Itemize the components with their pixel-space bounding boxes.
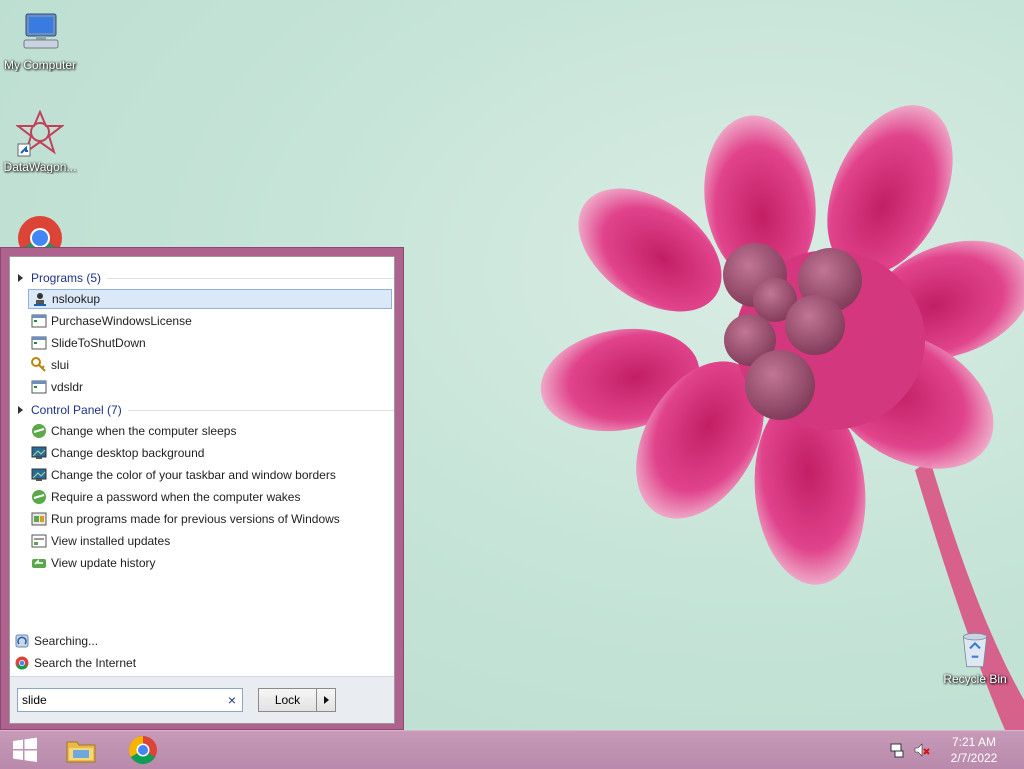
search-results: Programs (5) nslookup PurchaseWindowsLic… — [10, 257, 394, 677]
result-item-desktop-background[interactable]: Change desktop background — [28, 443, 392, 463]
search-input[interactable] — [18, 692, 214, 708]
expand-arrow-icon — [18, 274, 23, 282]
desktop-icon-label: DataWagon... — [3, 160, 77, 174]
search-bar: × Lock — [10, 676, 394, 723]
programs-icon — [31, 534, 47, 548]
chrome-icon — [15, 656, 29, 670]
search-internet-label: Search the Internet — [34, 656, 137, 670]
lock-button-main[interactable]: Lock — [259, 689, 317, 711]
desktop-icon-my-computer[interactable]: My Computer — [0, 8, 80, 72]
result-item-label: PurchaseWindowsLicense — [51, 314, 192, 328]
group-header-label: Control Panel (7) — [31, 403, 122, 417]
network-icon[interactable] — [890, 742, 906, 758]
application-icon — [31, 380, 47, 394]
start-menu: Programs (5) nslookup PurchaseWindowsLic… — [0, 247, 404, 730]
search-internet-link[interactable]: Search the Internet — [15, 653, 136, 673]
taskbar-chrome[interactable] — [118, 733, 168, 767]
divider — [107, 277, 394, 279]
result-item-label: Change when the computer sleeps — [51, 424, 237, 438]
result-item-purchasewindowslicense[interactable]: PurchaseWindowsLicense — [28, 311, 392, 331]
display-icon — [31, 468, 47, 481]
compatibility-icon — [31, 512, 47, 526]
desktop-icon-label: My Computer — [3, 58, 77, 72]
result-item-slui[interactable]: slui — [28, 355, 392, 375]
file-explorer-icon — [66, 741, 96, 763]
result-item-label: Change desktop background — [51, 446, 205, 460]
search-progress-icon — [15, 634, 29, 648]
search-box: × — [17, 688, 243, 712]
searching-label: Searching... — [34, 634, 99, 648]
group-header-programs[interactable]: Programs (5) — [18, 269, 394, 287]
flower — [540, 105, 1024, 585]
application-icon — [31, 314, 47, 328]
key-icon — [31, 357, 46, 372]
lock-label: Lock — [274, 693, 301, 707]
network-program-icon — [34, 293, 46, 306]
result-item-label: View update history — [51, 556, 156, 570]
group-header-label: Programs (5) — [31, 271, 102, 285]
result-item-label: Change the color of your taskbar and win… — [51, 468, 336, 482]
system-tray: 7:21 AM 2/7/2022 — [884, 731, 1024, 769]
result-item-label: vdsldr — [51, 380, 84, 394]
result-item-taskbar-color[interactable]: Change the color of your taskbar and win… — [28, 465, 392, 485]
start-button[interactable] — [0, 733, 50, 767]
display-icon — [31, 446, 47, 459]
result-item-label: View installed updates — [51, 534, 171, 548]
chevron-right-icon — [323, 696, 329, 704]
windows-update-icon — [32, 559, 46, 568]
application-icon — [31, 336, 47, 350]
clear-search-icon[interactable]: × — [228, 692, 236, 708]
result-item-change-sleep[interactable]: Change when the computer sleeps — [28, 421, 392, 441]
clock[interactable]: 7:21 AM 2/7/2022 — [944, 734, 1004, 766]
group-header-control-panel[interactable]: Control Panel (7) — [18, 401, 394, 419]
expand-arrow-icon — [18, 406, 23, 414]
result-item-installed-updates[interactable]: View installed updates — [28, 531, 392, 551]
recycle-bin-icon — [962, 632, 988, 668]
computer-icon — [23, 13, 59, 49]
result-item-label: slui — [51, 358, 70, 372]
start-menu-panel: Programs (5) nslookup PurchaseWindowsLic… — [9, 256, 395, 724]
chrome-icon — [129, 736, 157, 764]
taskbar-file-explorer[interactable] — [56, 733, 106, 767]
result-item-label: nslookup — [52, 292, 101, 306]
divider — [127, 409, 394, 411]
result-item-require-password[interactable]: Require a password when the computer wak… — [28, 487, 392, 507]
power-options-icon — [32, 424, 46, 438]
searching-status: Searching... — [15, 631, 98, 651]
result-item-update-history[interactable]: View update history — [28, 553, 392, 573]
result-item-label: Run programs made for previous versions … — [51, 512, 340, 526]
result-item-label: Require a password when the computer wak… — [51, 490, 301, 504]
volume-muted-icon[interactable] — [914, 742, 930, 758]
power-options-icon — [32, 490, 46, 504]
result-item-compatibility[interactable]: Run programs made for previous versions … — [28, 509, 392, 529]
desktop-icon-label: Recycle Bin — [943, 672, 1007, 686]
lock-button: Lock — [258, 688, 336, 712]
taskbar: 7:21 AM 2/7/2022 — [0, 730, 1024, 769]
result-item-nslookup[interactable]: nslookup — [28, 289, 392, 309]
desktop-icon-recycle-bin[interactable]: Recycle Bin — [935, 630, 1015, 686]
result-item-slidetoshutdown[interactable]: SlideToShutDown — [28, 333, 392, 353]
result-item-vdsldr[interactable]: vdsldr — [28, 377, 392, 397]
start-windows-icon — [13, 737, 37, 762]
desktop-icon-datawagon[interactable]: DataWagon... — [0, 110, 80, 174]
clock-time: 7:21 AM — [951, 735, 997, 749]
datawagon-icon — [16, 110, 64, 157]
shutdown-options-arrow[interactable] — [317, 689, 335, 711]
clock-date: 2/7/2022 — [950, 751, 998, 765]
result-item-label: SlideToShutDown — [51, 336, 146, 350]
